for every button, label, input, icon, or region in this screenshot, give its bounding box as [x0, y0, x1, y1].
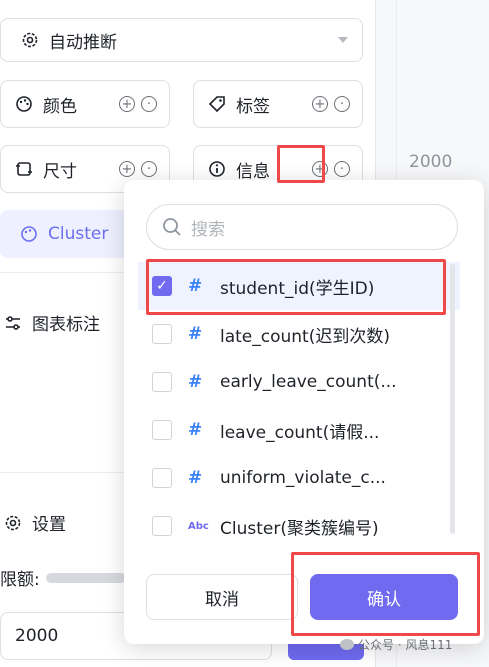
- tag-icon: [206, 93, 228, 115]
- limit-row: 限额:: [0, 565, 126, 590]
- resize-icon: [13, 158, 35, 180]
- add-icon[interactable]: +: [119, 161, 135, 177]
- add-icon[interactable]: +: [312, 96, 328, 112]
- encoding-color[interactable]: 颜色 + ·: [0, 80, 170, 128]
- settings-icon[interactable]: ·: [141, 96, 157, 112]
- field-name: uniform_violate_c...: [220, 468, 386, 488]
- highlight-selected-field: [146, 259, 446, 315]
- palette-icon: [13, 93, 35, 115]
- field-name: Cluster(聚类簇编号): [220, 518, 379, 539]
- field-name: leave_count(请假...: [220, 422, 380, 443]
- settings-section-header[interactable]: 设置: [0, 510, 66, 535]
- watermark: 公众号 · 风息111: [340, 636, 452, 653]
- encoding-color-label: 颜色: [43, 96, 77, 117]
- limit-slider[interactable]: [45, 572, 126, 583]
- cluster-chip[interactable]: Cluster: [0, 210, 130, 258]
- auto-infer-select[interactable]: 自动推断: [0, 18, 363, 62]
- field-item[interactable]: # uniform_violate_c...: [138, 454, 460, 502]
- search-input[interactable]: 搜索: [146, 204, 458, 250]
- number-type-icon: #: [188, 372, 203, 392]
- annotation-title: 图表标注: [32, 315, 100, 335]
- field-name: late_count(迟到次数): [220, 326, 390, 347]
- field-item[interactable]: # early_leave_count(...: [138, 358, 460, 406]
- info-icon: [206, 158, 228, 180]
- settings-title: 设置: [32, 515, 66, 535]
- palette-icon: [18, 223, 40, 245]
- search-placeholder: 搜索: [191, 219, 225, 240]
- gear-icon: [19, 29, 41, 51]
- add-icon[interactable]: +: [119, 96, 135, 112]
- highlight-add-button: [277, 145, 325, 183]
- field-name: early_leave_count(...: [220, 372, 397, 392]
- field-item[interactable]: # late_count(迟到次数): [138, 310, 460, 358]
- number-type-icon: #: [188, 468, 203, 488]
- sliders-icon: [2, 312, 24, 334]
- text-type-icon: Abc: [188, 520, 209, 532]
- settings-icon[interactable]: ·: [334, 96, 350, 112]
- settings-icon[interactable]: ·: [141, 161, 157, 177]
- encoding-size-label: 尺寸: [43, 161, 77, 182]
- wechat-icon: [340, 639, 354, 650]
- gear-icon: [2, 512, 24, 534]
- highlight-confirm-button: [291, 552, 480, 636]
- checkbox[interactable]: [152, 372, 172, 392]
- limit-input-value: 2000: [15, 626, 59, 646]
- checkbox[interactable]: [152, 516, 172, 536]
- watermark-text: 公众号 · 风息111: [358, 638, 453, 652]
- scrollbar[interactable]: [450, 264, 455, 534]
- settings-icon[interactable]: ·: [334, 161, 350, 177]
- field-item[interactable]: # leave_count(请假...: [138, 406, 460, 454]
- auto-infer-label: 自动推断: [49, 32, 117, 53]
- encoding-info-label: 信息: [236, 161, 270, 182]
- cancel-button[interactable]: 取消: [146, 574, 298, 620]
- number-type-icon: #: [188, 324, 203, 344]
- canvas-value: 2000: [409, 152, 453, 172]
- number-type-icon: #: [188, 420, 203, 440]
- checkbox[interactable]: [152, 324, 172, 344]
- encoding-tag[interactable]: 标签 + ·: [193, 80, 363, 128]
- annotation-section-header[interactable]: 图表标注: [0, 310, 100, 335]
- encoding-tag-label: 标签: [236, 96, 270, 117]
- cluster-chip-label: Cluster: [48, 224, 109, 244]
- limit-label: 限额:: [0, 570, 40, 590]
- checkbox[interactable]: [152, 468, 172, 488]
- checkbox[interactable]: [152, 420, 172, 440]
- chevron-down-icon: [338, 37, 348, 43]
- search-icon: [161, 216, 183, 238]
